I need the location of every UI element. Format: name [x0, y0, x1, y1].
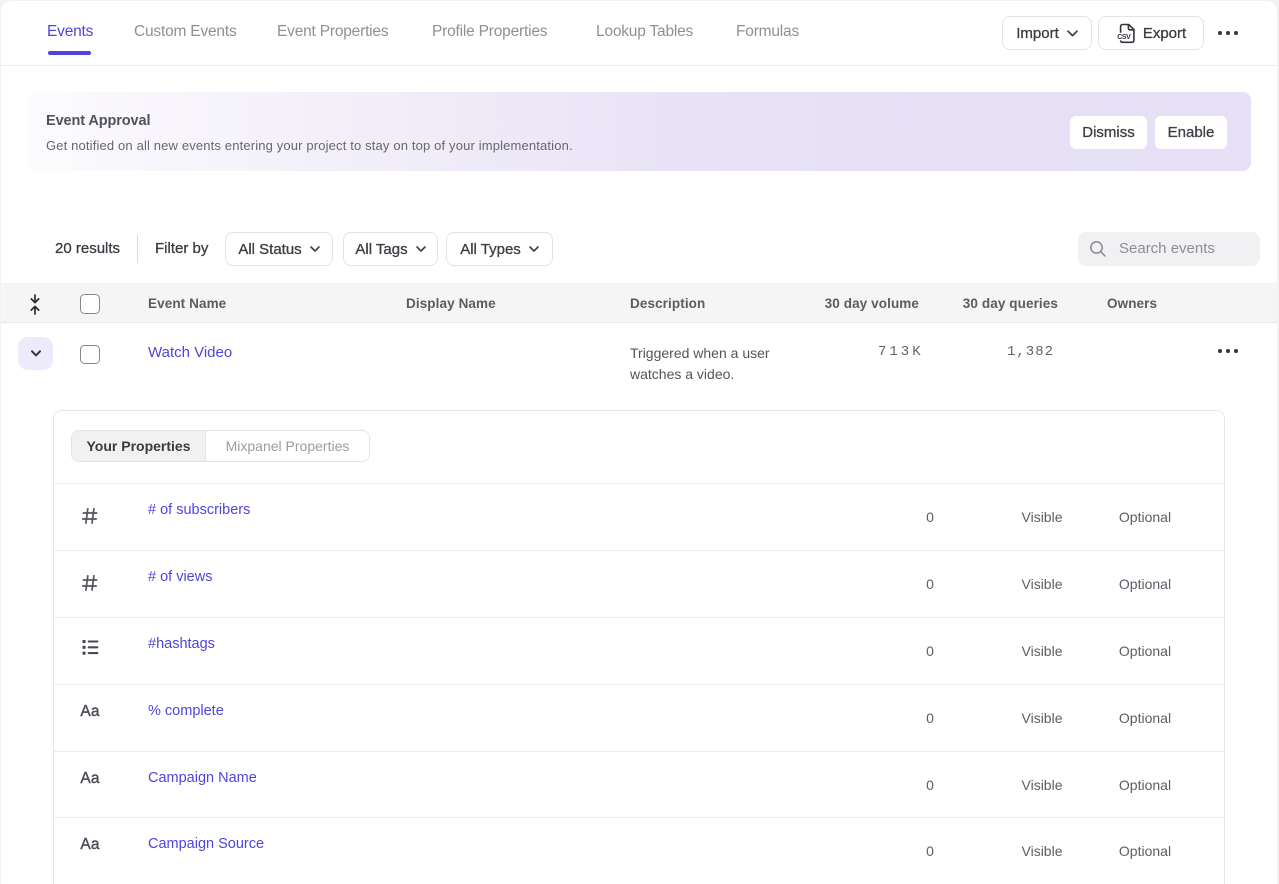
svg-text:CSV: CSV [1117, 34, 1131, 41]
